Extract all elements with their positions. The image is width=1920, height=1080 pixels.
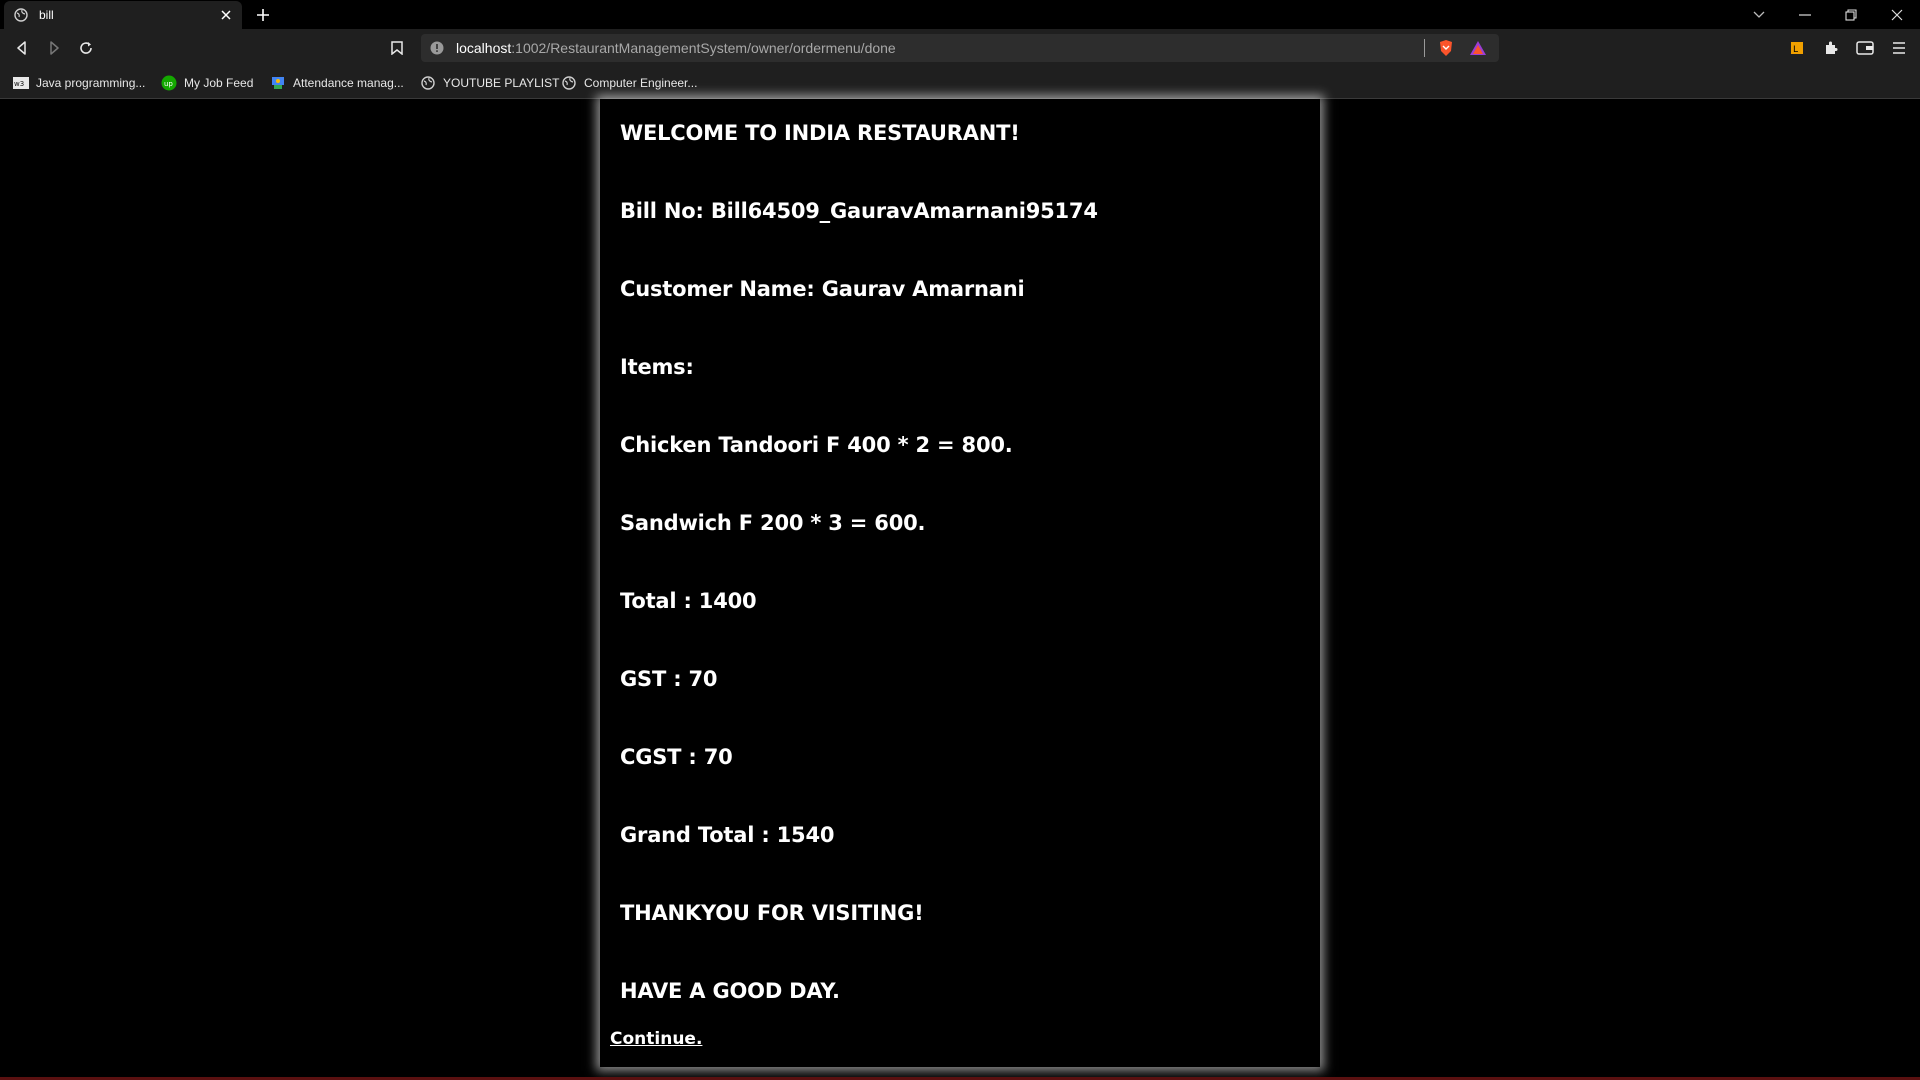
thankyou-message: THANKYOU FOR VISITING!	[620, 901, 924, 925]
forward-icon[interactable]	[43, 37, 65, 59]
menu-icon[interactable]	[1888, 37, 1910, 59]
bookmarks-bar: w3 Java programming... up My Job Feed At…	[0, 67, 1920, 99]
back-icon[interactable]	[11, 37, 33, 59]
browser-toolbar: localhost:1002/RestaurantManagementSyste…	[0, 29, 1920, 67]
reload-icon[interactable]	[75, 37, 97, 59]
address-bar[interactable]: localhost:1002/RestaurantManagementSyste…	[421, 34, 1499, 62]
minimize-icon[interactable]	[1782, 0, 1828, 29]
bookmark-youtube-playlist[interactable]: YOUTUBE PLAYLIST	[420, 74, 559, 92]
restore-icon[interactable]	[1828, 0, 1874, 29]
leo-icon[interactable]: L	[1786, 37, 1808, 59]
customer-name: Customer Name: Gaurav Amarnani	[620, 277, 1025, 301]
goodbye-message: HAVE A GOOD DAY.	[620, 979, 840, 1003]
bill-item: Sandwich F 200 * 3 = 600.	[620, 511, 926, 535]
tab-title: bill	[39, 8, 54, 22]
url-path: :1002/RestaurantManagementSystem/owner/o…	[511, 40, 896, 56]
upwork-icon: up	[161, 75, 177, 91]
bookmark-icon[interactable]	[386, 37, 408, 59]
bookmark-attendance[interactable]: Attendance manag...	[270, 74, 404, 92]
bookmark-java-programming[interactable]: w3 Java programming...	[13, 74, 145, 92]
globe-icon	[14, 8, 28, 22]
bookmark-label: Attendance manag...	[293, 76, 404, 90]
new-tab-button[interactable]	[253, 5, 273, 25]
omnibox-divider	[1424, 39, 1425, 57]
svg-text:L: L	[1793, 45, 1798, 55]
globe-icon	[561, 75, 577, 91]
bookmark-label: Computer Engineer...	[584, 76, 698, 90]
url-text: localhost:1002/RestaurantManagementSyste…	[456, 40, 1424, 56]
close-tab-icon[interactable]	[216, 5, 236, 25]
bookmark-my-job-feed[interactable]: up My Job Feed	[161, 74, 253, 92]
bookmark-label: YOUTUBE PLAYLIST	[443, 76, 560, 90]
url-host: localhost	[456, 40, 512, 56]
bookmark-label: Java programming...	[36, 76, 146, 90]
welcome-heading: WELCOME TO INDIA RESTAURANT!	[620, 121, 1020, 145]
w3-icon: w3	[13, 75, 29, 91]
tab-strip: bill	[0, 0, 1920, 29]
continue-link[interactable]: Continue.	[610, 1029, 702, 1049]
tab-search-icon[interactable]	[1736, 0, 1782, 29]
site-info-icon[interactable]	[430, 41, 444, 55]
bill-card: WELCOME TO INDIA RESTAURANT! Bill No: Bi…	[600, 99, 1320, 1067]
bill-item: Chicken Tandoori F 400 * 2 = 800.	[620, 433, 1013, 457]
bill-number: Bill No: Bill64509_GauravAmarnani95174	[620, 199, 1098, 223]
bookmark-label: My Job Feed	[184, 76, 254, 90]
svg-text:w3: w3	[14, 80, 24, 88]
attendance-icon	[270, 75, 286, 91]
page-viewport: WELCOME TO INDIA RESTAURANT! Bill No: Bi…	[0, 99, 1920, 1077]
bill-grand-total: Grand Total : 1540	[620, 823, 835, 847]
globe-icon	[420, 75, 436, 91]
wallet-icon[interactable]	[1854, 37, 1876, 59]
close-window-icon[interactable]	[1874, 0, 1920, 29]
svg-text:up: up	[164, 80, 173, 88]
brave-shields-icon[interactable]	[1437, 39, 1455, 57]
bill-total: Total : 1400	[620, 589, 757, 613]
items-heading: Items:	[620, 355, 694, 379]
bill-cgst: CGST : 70	[620, 745, 733, 769]
tab-bill[interactable]: bill	[4, 1, 242, 29]
bill-gst: GST : 70	[620, 667, 718, 691]
extensions-icon[interactable]	[1820, 37, 1842, 59]
brave-rewards-icon[interactable]	[1469, 39, 1487, 57]
bookmark-computer-engineer[interactable]: Computer Engineer...	[561, 74, 697, 92]
